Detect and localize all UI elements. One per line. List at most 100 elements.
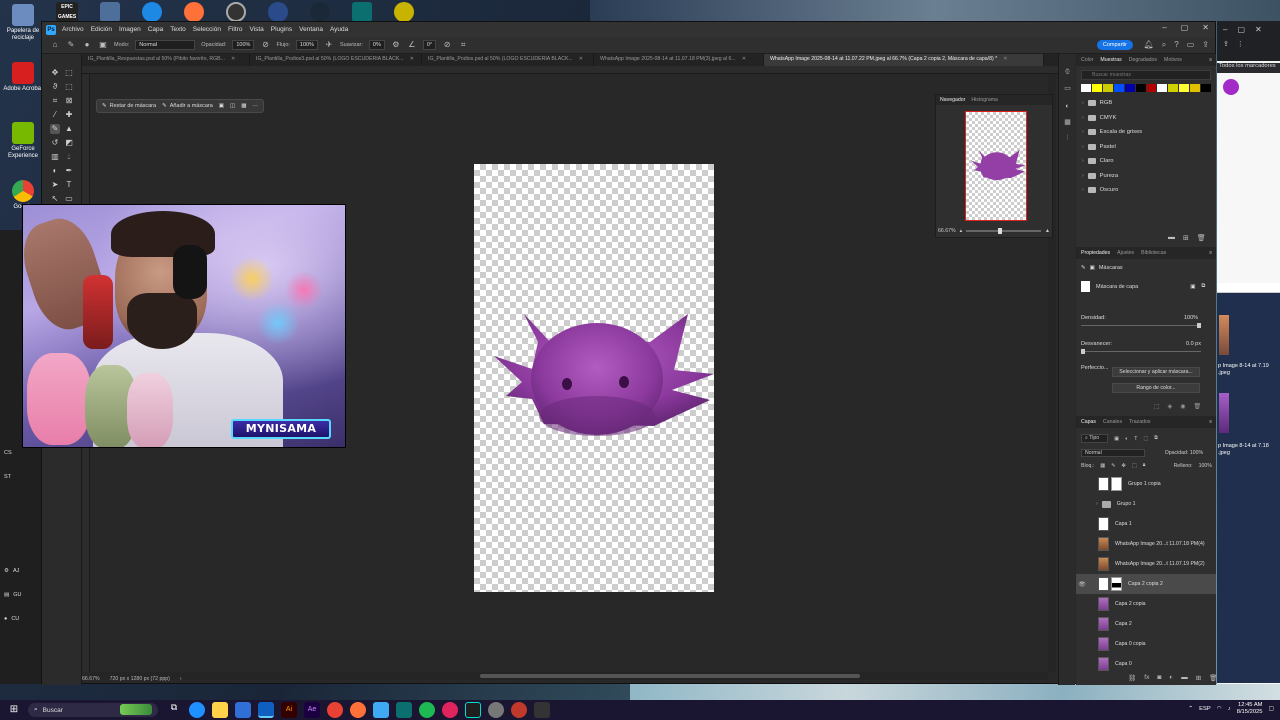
zoom-in-icon[interactable]: ▲ — [1045, 228, 1050, 234]
flow-input[interactable]: 100% — [295, 40, 318, 50]
adobe-acrobat-shortcut[interactable]: Adobe Acrobat — [2, 62, 44, 93]
delete-swatch-icon[interactable]: 🗑︎ — [1197, 234, 1206, 242]
path-select-icon[interactable]: ➤ — [50, 180, 60, 190]
adjustments-icon[interactable]: ⫶ — [1063, 134, 1072, 143]
select-mask-icon[interactable]: ▣ — [1190, 284, 1195, 290]
delete-mask-icon[interactable]: 🗑︎ — [1194, 403, 1202, 410]
tab-navigator[interactable]: Navegador — [940, 97, 965, 103]
recycle-bin-shortcut[interactable]: Papelera de reciclaje — [2, 4, 44, 42]
obs-icon[interactable] — [226, 2, 246, 22]
tab-layers[interactable]: Capas — [1081, 419, 1096, 425]
subtract-mask-button[interactable]: ✎ Restar de máscara — [102, 103, 156, 109]
brush-preset-icon[interactable]: ● — [82, 40, 92, 50]
bell-icon[interactable]: 🔔︎ — [1144, 40, 1154, 50]
spotify-icon[interactable] — [419, 702, 435, 718]
swatch[interactable] — [1102, 84, 1113, 92]
brush-tool-active-icon[interactable]: ✎ — [50, 124, 60, 134]
swatch-folder-pastel[interactable]: › Pastel — [1076, 140, 1216, 155]
lasso-tool-icon[interactable]: ϑ — [50, 82, 60, 92]
tab-gradients[interactable]: Degradados — [1129, 57, 1157, 63]
new-layer-icon[interactable]: ⊞ — [1196, 674, 1201, 682]
smooth-input[interactable]: 0% — [368, 40, 385, 50]
photoshop-logo-icon[interactable]: Ps — [46, 24, 56, 35]
tab-libraries[interactable]: Bibliotecas — [1141, 250, 1166, 256]
object-select-tool-icon[interactable]: ⬚ — [64, 82, 74, 92]
close-icon[interactable]: ✕ — [1202, 23, 1209, 32]
language-indicator[interactable]: ESP — [1199, 706, 1211, 712]
angle-input[interactable]: 0° — [422, 40, 437, 50]
app-grid-icon[interactable] — [268, 2, 288, 22]
feather-slider-knob[interactable] — [1081, 349, 1085, 354]
swatch[interactable] — [1179, 84, 1190, 92]
clock[interactable]: 12:45 AM 8/15/2025 — [1237, 702, 1263, 716]
density-value[interactable]: 100% — [1184, 315, 1198, 321]
menu-archivo[interactable]: Archivo — [62, 26, 84, 33]
help-icon[interactable]: ? — [1174, 40, 1178, 50]
filter-adjust-icon[interactable]: ◐ — [1125, 436, 1128, 442]
color-range-button[interactable]: Rango de color... — [1112, 383, 1200, 393]
minimize-icon[interactable]: – — [1162, 23, 1166, 32]
file-explorer-icon[interactable] — [212, 702, 228, 718]
chevron-right-icon[interactable]: › — [1096, 501, 1098, 507]
filter-pixel-icon[interactable]: ▣ — [1114, 436, 1119, 442]
brush-settings-icon[interactable]: ▣ — [98, 40, 108, 50]
add-mask-button[interactable]: ✎ Añadir a máscara — [162, 103, 213, 109]
frame-tool-icon[interactable]: ⊠ — [64, 96, 74, 106]
swatch[interactable] — [1091, 84, 1102, 92]
swatch-folder-pure[interactable]: › Pureza — [1076, 169, 1216, 184]
fill-value[interactable]: 100% — [1199, 463, 1212, 469]
swatch[interactable] — [1124, 84, 1135, 92]
maximize-icon[interactable]: ▢ — [1237, 25, 1245, 34]
type-tool-icon[interactable]: T — [64, 180, 74, 190]
eraser-tool-icon[interactable]: ◩ — [64, 138, 74, 148]
taskbar-search[interactable]: ⌕ Buscar — [28, 703, 158, 717]
illustrator-icon[interactable]: Ai — [281, 702, 297, 718]
chevron-right-icon[interactable]: › — [180, 676, 182, 682]
brush-tool-icon[interactable]: ✎ — [66, 40, 76, 50]
mode-select[interactable]: Normal — [135, 40, 196, 50]
tab-paths[interactable]: Trazados — [1129, 419, 1150, 425]
toggle-mask-icon[interactable]: ◉ — [1180, 403, 1185, 410]
swatch[interactable] — [1146, 84, 1157, 92]
swatch[interactable] — [1113, 84, 1124, 92]
tab-document-1[interactable]: IG_Plantilla_Respuestas.psd al 50% (Pibi… — [82, 54, 250, 66]
left-app-item[interactable]: ST — [4, 474, 11, 480]
pressure-opacity-icon[interactable]: ⊘ — [260, 40, 270, 50]
zoom-level[interactable]: 66.67% — [82, 676, 100, 682]
tab-document-active[interactable]: WhatsApp Image 2025-08-14 at 11.07.22 PM… — [764, 54, 1044, 66]
left-app-item[interactable]: ⚙ AJ — [4, 568, 19, 574]
tray-chevron-icon[interactable]: ⌃ — [1188, 706, 1193, 712]
swatch-folder-cmyk[interactable]: › CMYK — [1076, 111, 1216, 126]
maximize-icon[interactable]: ▢ — [1181, 23, 1189, 32]
comments-icon[interactable]: ▭ — [1063, 84, 1072, 93]
epic-games-icon[interactable]: EPIC GAMES — [56, 2, 78, 22]
menu-icon[interactable]: ⋮ — [1237, 40, 1244, 48]
close-tab-icon[interactable]: ✕ — [410, 56, 414, 64]
lock-transparency-icon[interactable]: ▦ — [1100, 463, 1105, 469]
photoshop-taskbar-icon[interactable] — [258, 702, 274, 718]
history-brush-icon[interactable]: ↺ — [50, 138, 60, 148]
tab-histogram[interactable]: Histograma — [971, 97, 998, 103]
layer-opacity-value[interactable]: 100% — [1190, 450, 1203, 456]
app-blue-icon[interactable] — [373, 702, 389, 718]
app-yellow-icon[interactable] — [394, 2, 414, 22]
profile-avatar[interactable] — [1223, 79, 1239, 95]
extensions-icon[interactable]: ⇪ — [1223, 40, 1229, 48]
left-app-item[interactable]: ▤ GU — [4, 592, 21, 598]
obs-taskbar-icon[interactable] — [511, 702, 527, 718]
mask-option-1-icon[interactable]: ▣ — [219, 103, 224, 109]
gradient-tool-icon[interactable]: ▥ — [50, 152, 60, 162]
swatch[interactable] — [1190, 84, 1201, 92]
close-tab-icon[interactable]: ✕ — [742, 56, 746, 64]
lock-all-icon[interactable]: 🔒︎ — [1143, 462, 1146, 469]
blur-tool-icon[interactable]: 💧︎ — [64, 152, 74, 162]
layer-row[interactable]: Capa 2 — [1076, 614, 1216, 634]
pen-tool-icon[interactable]: ✒ — [64, 166, 74, 176]
eye-icon[interactable]: 👁︎ — [1076, 581, 1088, 588]
fx-icon[interactable]: fx — [1144, 674, 1149, 682]
adjustment-layer-icon[interactable]: ◐ — [1169, 674, 1173, 682]
new-group-icon[interactable]: ▬ — [1181, 674, 1188, 682]
gear-icon[interactable]: ⚙ — [391, 40, 401, 50]
navigator-zoom-value[interactable]: 66.67% — [938, 228, 956, 234]
app-wave-icon[interactable] — [352, 2, 372, 22]
